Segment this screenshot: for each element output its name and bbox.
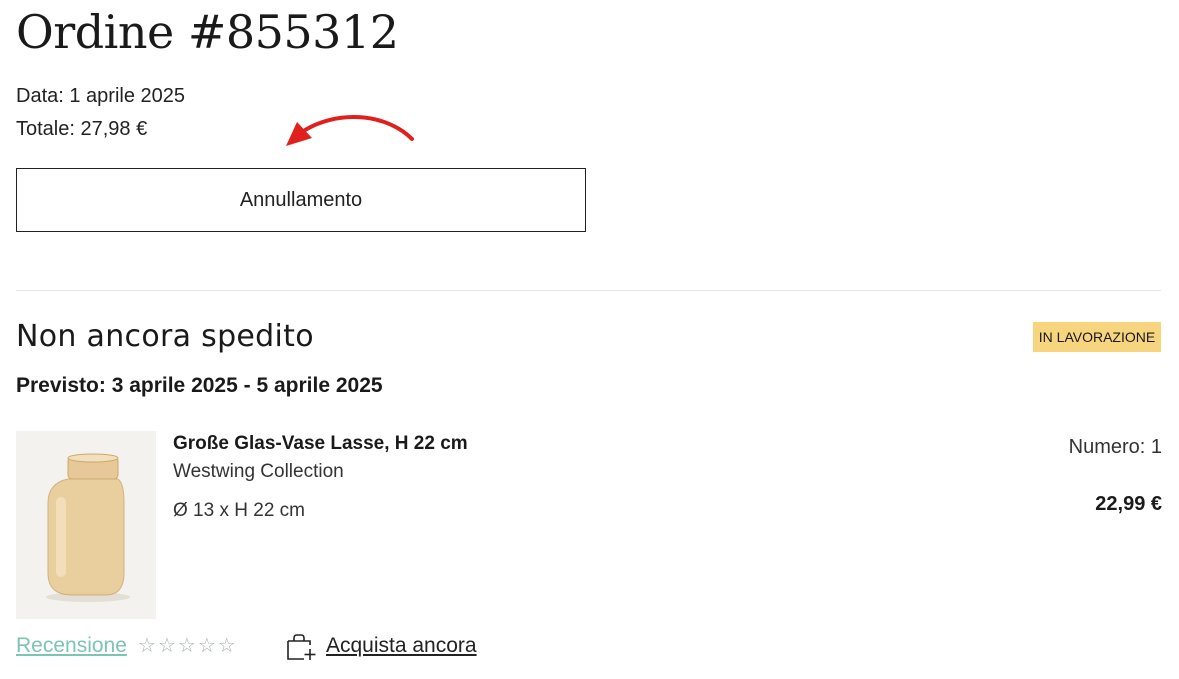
star-icon[interactable]: ☆ (218, 634, 236, 658)
red-arrow-annotation (286, 115, 414, 146)
order-title: Ordine #855312 (16, 5, 399, 59)
product-quantity: Numero: 1 (1068, 436, 1162, 458)
review-link[interactable]: Recensione (16, 632, 127, 660)
shipment-status-title: Non ancora spedito (16, 319, 314, 354)
product-dimensions: Ø 13 x H 22 cm (173, 500, 305, 521)
order-date: Data: 1 aprile 2025 (16, 85, 186, 107)
status-badge: IN LAVORAZIONE (1033, 322, 1161, 352)
product-image[interactable] (16, 431, 156, 619)
star-icon[interactable]: ☆ (198, 634, 216, 658)
product-price: 22,99 € (1095, 493, 1162, 515)
star-icon[interactable]: ☆ (178, 634, 196, 658)
product-brand: Westwing Collection (173, 461, 344, 482)
section-divider (16, 290, 1161, 291)
expected-delivery: Previsto: 3 aprile 2025 - 5 aprile 2025 (16, 374, 383, 397)
cancel-order-button[interactable]: Annullamento (16, 168, 586, 232)
vase-image-icon (46, 453, 130, 602)
bag-plus-icon[interactable] (286, 633, 318, 661)
order-total: Totale: 27,98 € (16, 118, 148, 140)
star-rating[interactable]: ☆ ☆ ☆ ☆ ☆ (138, 634, 236, 658)
product-name[interactable]: Große Glas-Vase Lasse, H 22 cm (173, 432, 468, 456)
star-icon[interactable]: ☆ (158, 634, 176, 658)
star-icon[interactable]: ☆ (138, 634, 156, 658)
buy-again-link[interactable]: Acquista ancora (326, 632, 477, 660)
